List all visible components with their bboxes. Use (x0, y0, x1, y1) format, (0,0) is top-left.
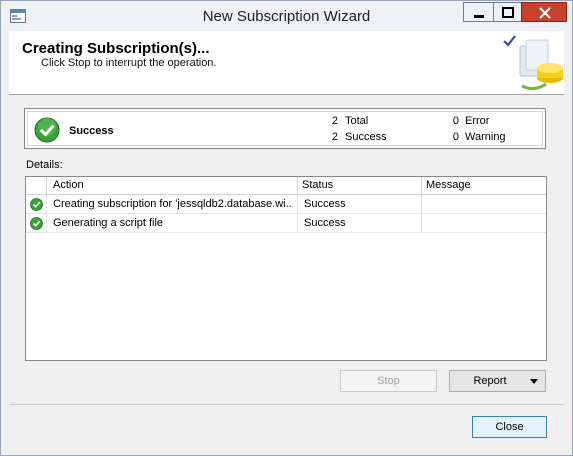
minimize-button[interactable] (463, 2, 493, 22)
table-row[interactable]: Creating subscription for 'jessqldb2.dat… (26, 195, 546, 214)
row-status: Success (304, 198, 346, 210)
warning-label: Warning (465, 131, 506, 143)
maximize-icon (502, 7, 514, 18)
summary-status-text: Success (69, 125, 114, 137)
column-header-message[interactable]: Message (426, 179, 471, 191)
report-button-label: Report (473, 375, 507, 387)
details-grid[interactable]: Action Status Message Creating subscript… (25, 176, 547, 361)
footer-divider (9, 404, 564, 405)
chevron-down-icon[interactable] (530, 379, 538, 384)
database-wizard-icon (503, 35, 563, 91)
wizard-header: Creating Subscription(s)... Click Stop t… (9, 31, 564, 94)
column-separator[interactable] (421, 177, 422, 195)
page-subtitle: Click Stop to interrupt the operation. (41, 57, 217, 69)
cell-separator (46, 195, 47, 214)
column-header-action[interactable]: Action (53, 179, 84, 191)
summary-inner: Success 2 Total 2 Success 0 Error 0 Warn… (27, 111, 543, 146)
close-icon (539, 7, 551, 19)
close-button[interactable]: Close (472, 416, 547, 438)
minimize-icon (474, 15, 484, 18)
cell-separator (421, 214, 422, 233)
column-header-status[interactable]: Status (302, 179, 333, 191)
title-bar[interactable]: New Subscription Wizard (1, 1, 572, 31)
column-separator (46, 177, 47, 195)
cell-separator (297, 195, 298, 214)
row-action: Generating a script file (53, 217, 164, 229)
error-count: 0 (452, 115, 459, 127)
header-divider (9, 94, 564, 95)
column-separator[interactable] (297, 177, 298, 195)
wizard-window: New Subscription Wizard Creating Subscri… (0, 0, 573, 456)
maximize-button[interactable] (493, 2, 521, 22)
details-label: Details: (26, 159, 63, 171)
warning-count: 0 (452, 131, 459, 143)
cell-separator (421, 195, 422, 214)
row-action: Creating subscription for 'jessqldb2.dat… (53, 198, 293, 210)
cell-separator (297, 214, 298, 233)
check-circle-icon (30, 198, 43, 211)
report-button[interactable]: Report (449, 370, 546, 392)
check-circle-icon (30, 217, 43, 230)
total-count: 2 (331, 115, 338, 127)
close-window-button[interactable] (521, 2, 567, 22)
success-label: Success (345, 131, 387, 143)
summary-panel: Success 2 Total 2 Success 0 Error 0 Warn… (24, 108, 546, 149)
success-count: 2 (331, 131, 338, 143)
check-circle-icon (34, 117, 60, 143)
total-label: Total (345, 115, 369, 127)
grid-header: Action Status Message (26, 177, 546, 195)
error-label: Error (465, 115, 490, 127)
page-title: Creating Subscription(s)... (22, 40, 210, 57)
stop-button[interactable]: Stop (340, 370, 437, 392)
table-row[interactable]: Generating a script file Success (26, 214, 546, 233)
cell-separator (46, 214, 47, 233)
row-status: Success (304, 217, 346, 229)
